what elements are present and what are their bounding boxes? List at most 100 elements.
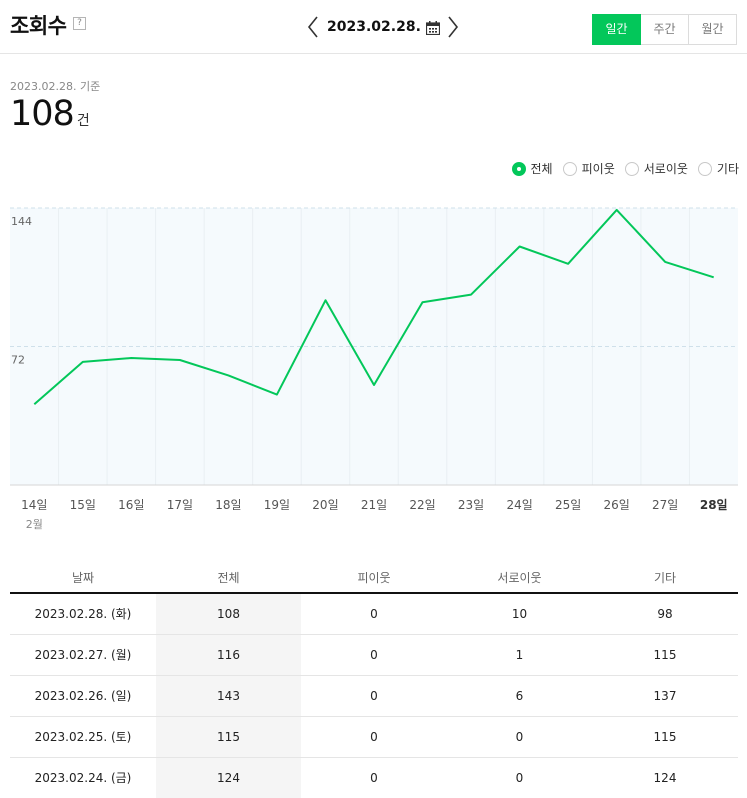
data-point (566, 261, 571, 266)
basis-date: 2023.02.28. 기준 (10, 80, 101, 93)
table-cell: 0 (370, 648, 378, 662)
legend-neighbor[interactable]: 피이웃 (562, 160, 615, 177)
chart-legend: 전체 피이웃 서로이웃 기타 (502, 160, 739, 177)
views-line-chart: 144 72 14일 15일 16일 17일 18일 19일 20일 21일 22일 23일 24일 25… (10, 207, 738, 531)
period-toggle: 일간 주간 월간 (592, 14, 737, 45)
table-cell: 116 (156, 635, 301, 675)
data-point (129, 356, 134, 361)
radio-icon (562, 161, 577, 176)
y-tick-label: 72 (11, 354, 25, 367)
table-cell: 1 (515, 648, 524, 662)
x-tick-label: 27일 (652, 498, 678, 512)
x-tick-label: 18일 (215, 498, 241, 512)
table-cell: 2023.02.25. (토) (34, 730, 132, 744)
data-point (323, 298, 328, 303)
data-point (80, 359, 85, 364)
x-tick-label: 25일 (555, 498, 581, 512)
table-row: 2023.02.28. (화) 108 0 10 98 (10, 594, 738, 635)
period-weekly-button[interactable]: 주간 (640, 14, 689, 45)
table-header: 날짜 전체 피이웃 서로이웃 기타 (10, 562, 738, 594)
radio-selected-icon (511, 161, 526, 176)
x-tick-label: 28일 (700, 498, 728, 512)
table-cell: 2023.02.24. (금) (34, 771, 132, 785)
table-cell: 10 (511, 607, 528, 621)
table-cell: 98 (657, 607, 673, 621)
data-point (372, 382, 377, 387)
total-count: 108 건 (10, 94, 90, 134)
x-tick-label: 16일 (118, 498, 144, 512)
legend-other[interactable]: 기타 (697, 160, 739, 177)
header-bar: 조회수 ? 2023.02.28. 일간 주간 월간 (0, 0, 747, 54)
table-cell: 0 (515, 771, 524, 785)
column-header: 서로이웃 (497, 571, 542, 585)
table-cell: 0 (370, 730, 378, 744)
x-tick-label: 23일 (458, 498, 484, 512)
total-count-value: 108 (10, 94, 75, 134)
total-count-unit: 건 (76, 113, 90, 129)
table-cell: 143 (156, 676, 301, 716)
data-point (420, 300, 425, 305)
data-point (614, 207, 619, 212)
data-point (469, 292, 474, 297)
views-table: 날짜 전체 피이웃 서로이웃 기타 2023.02.28. (화) 108 0 … (10, 562, 738, 798)
current-date: 2023.02.28. (327, 19, 421, 35)
table-cell: 124 (156, 758, 301, 798)
column-header: 날짜 (71, 571, 95, 585)
legend-all[interactable]: 전체 (511, 160, 553, 177)
table-row: 2023.02.24. (금) 124 0 0 124 (10, 758, 738, 798)
table-cell: 0 (370, 771, 378, 785)
data-point (32, 402, 37, 407)
data-point (663, 259, 668, 264)
x-tick-label: 21일 (361, 498, 387, 512)
page-title: 조회수 (10, 14, 67, 38)
calendar-icon[interactable] (425, 20, 440, 36)
x-tick-label: 22일 (409, 498, 435, 512)
radio-icon (624, 161, 639, 176)
table-cell: 0 (370, 689, 378, 703)
table-cell: 6 (515, 689, 524, 703)
table-cell: 2023.02.27. (월) (34, 648, 132, 662)
table-cell: 0 (370, 607, 378, 621)
legend-mutual-neighbor[interactable]: 서로이웃 (624, 160, 688, 177)
x-tick-label: 20일 (312, 498, 338, 512)
table-row: 2023.02.27. (월) 116 0 1 115 (10, 635, 738, 676)
month-label: 2월 (26, 518, 43, 531)
chevron-right-icon[interactable] (446, 14, 460, 40)
x-tick-label: 19일 (264, 498, 290, 512)
x-tick-label: 24일 (506, 498, 532, 512)
column-header: 피이웃 (357, 571, 391, 585)
period-daily-button[interactable]: 일간 (592, 14, 641, 45)
help-icon[interactable]: ? (73, 17, 86, 30)
table-cell: 115 (653, 730, 677, 744)
legend-label: 기타 (716, 162, 739, 176)
period-monthly-button[interactable]: 월간 (688, 14, 737, 45)
x-tick-label: 15일 (70, 498, 96, 512)
radio-icon (697, 161, 712, 176)
x-tick-label: 26일 (604, 498, 630, 512)
table-row: 2023.02.26. (일) 143 0 6 137 (10, 676, 738, 717)
table-cell: 108 (156, 594, 301, 634)
table-cell: 115 (156, 717, 301, 757)
data-point (711, 275, 716, 280)
x-tick-label: 14일 (21, 498, 47, 512)
y-tick-label: 144 (11, 215, 32, 228)
table-cell: 0 (515, 730, 524, 744)
column-header: 전체 (217, 571, 240, 585)
table-cell: 115 (653, 648, 677, 662)
column-header: 기타 (653, 571, 677, 585)
data-point (226, 373, 231, 378)
date-navigator: 2023.02.28. (306, 12, 460, 42)
data-point (177, 357, 182, 362)
legend-label: 전체 (530, 162, 553, 176)
table-cell: 2023.02.26. (일) (34, 689, 132, 703)
table-row: 2023.02.25. (토) 115 0 0 115 (10, 717, 738, 758)
table-cell: 124 (653, 771, 677, 785)
legend-label: 피이웃 (581, 162, 615, 176)
legend-label: 서로이웃 (643, 162, 688, 176)
x-tick-label: 17일 (167, 498, 193, 512)
data-point (517, 244, 522, 249)
table-cell: 137 (653, 689, 677, 703)
data-point (274, 392, 279, 397)
table-cell: 2023.02.28. (화) (34, 607, 132, 621)
chevron-left-icon[interactable] (306, 14, 320, 40)
